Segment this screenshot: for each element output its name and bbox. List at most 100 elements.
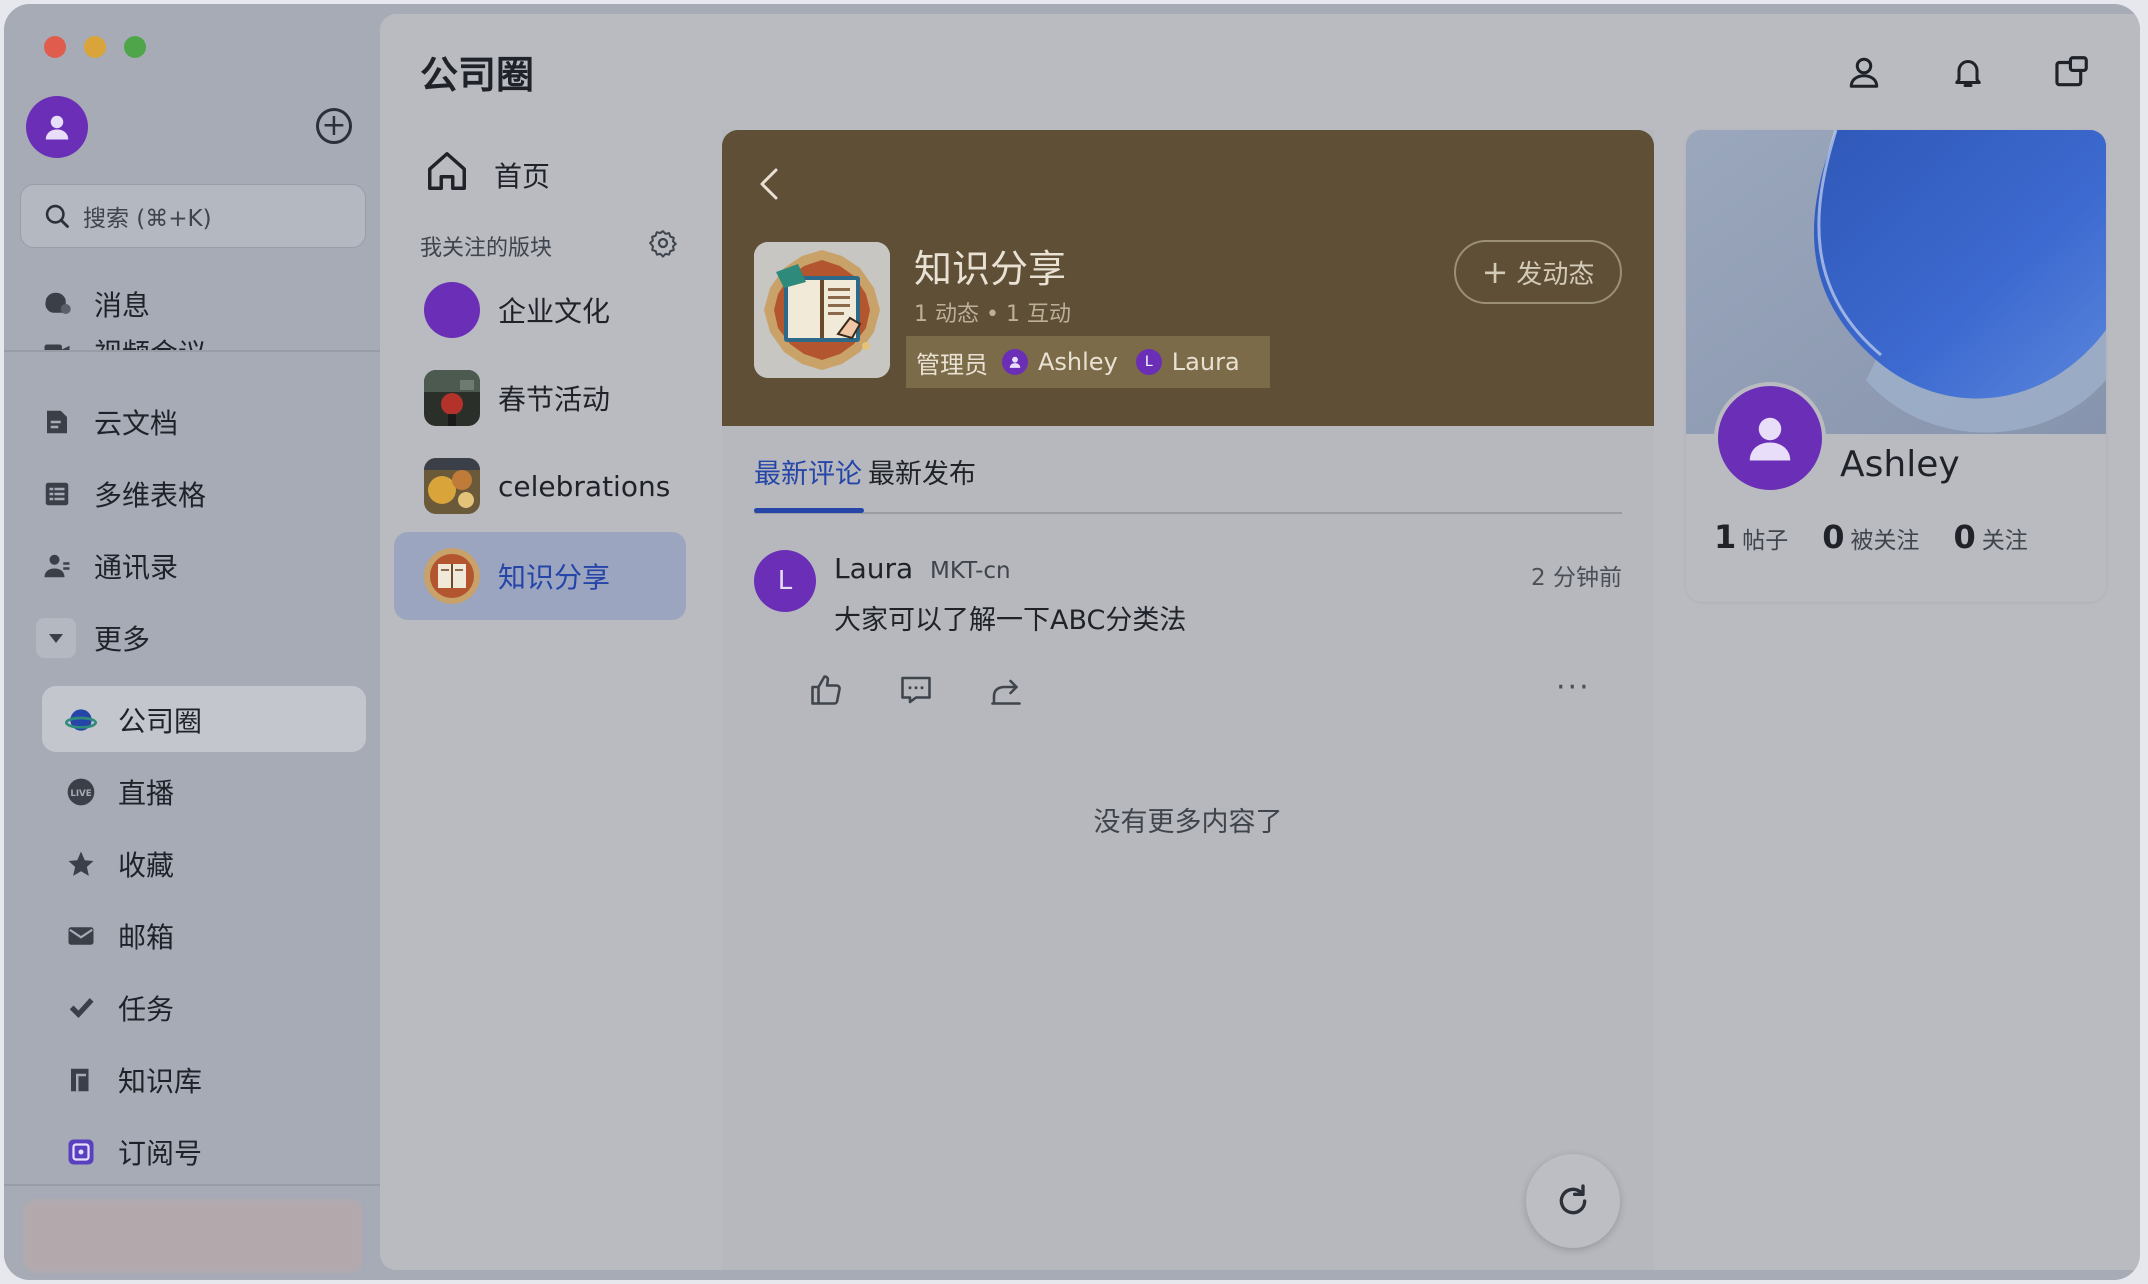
- sidebar-footer-banner[interactable]: [24, 1200, 362, 1272]
- sidebar-item-more[interactable]: 更多: [36, 612, 150, 664]
- comment-text: 大家可以了解一下ABC分类法: [834, 605, 1187, 636]
- stat-posts[interactable]: 1 帖子: [1714, 518, 1788, 556]
- page-title: 公司圈: [420, 53, 535, 97]
- minimize-window-button[interactable]: [84, 36, 106, 58]
- sidebar-divider: [4, 1184, 380, 1186]
- home-icon: [424, 148, 470, 201]
- group-name: 知识分享: [914, 247, 1067, 291]
- tab-latest-comments[interactable]: 最新评论: [754, 452, 862, 491]
- topic-item-spring-festival[interactable]: 春节活动: [424, 368, 610, 428]
- topic-item-culture[interactable]: 企业文化: [424, 280, 610, 340]
- no-more-content: 没有更多内容了: [1093, 807, 1283, 838]
- share-icon[interactable]: [986, 670, 1026, 710]
- plus-icon: +: [1481, 253, 1509, 291]
- sidebar-item-favorites[interactable]: 收藏: [64, 838, 174, 890]
- post-button[interactable]: + 发动态: [1454, 240, 1622, 304]
- group-logo: [754, 242, 890, 378]
- contacts-icon: [40, 549, 74, 583]
- sidebar-item-messages[interactable]: 消息: [40, 278, 150, 330]
- topic-thumbnail: [424, 370, 480, 426]
- search-box[interactable]: 搜索 (⌘+K): [20, 184, 366, 248]
- stat-value: 0: [1953, 518, 1976, 556]
- sidebar-item-subscriptions[interactable]: 订阅号: [64, 1126, 202, 1178]
- admin-name[interactable]: Laura: [1172, 348, 1240, 376]
- admin-avatar: L: [1135, 349, 1162, 375]
- comment-department: MKT-cn: [930, 558, 1011, 584]
- sidebar-item-label: 直播: [118, 777, 175, 810]
- profile-card: Ashley 1 帖子 0 被关注 0 关注: [1686, 130, 2106, 602]
- search-icon: [45, 204, 69, 228]
- sidebar-item-contacts[interactable]: 通讯录: [40, 540, 178, 592]
- admin-list: 管理员 Ashley L Laura: [906, 336, 1270, 388]
- group-stats: 1 动态 • 1 互动: [914, 302, 1071, 327]
- person-icon: [45, 115, 69, 140]
- stat-label: 关注: [1981, 528, 2028, 554]
- sidebar: + 搜索 (⌘+K) 消息 视频会议 云文档 多维表格 通讯录 更多 公司圈 L…: [4, 4, 380, 1280]
- stat-value: 1: [1714, 518, 1737, 556]
- user-avatar[interactable]: [26, 96, 88, 158]
- topic-thumbnail: [424, 548, 480, 604]
- zoom-window-button[interactable]: [124, 36, 146, 58]
- nav-home[interactable]: 首页: [424, 148, 550, 201]
- topic-label: 企业文化: [498, 295, 611, 328]
- stat-value: 0: [1822, 518, 1845, 556]
- sidebar-item-moments[interactable]: 公司圈: [64, 694, 202, 746]
- stat-following[interactable]: 0 关注: [1954, 518, 2028, 556]
- sidebar-item-tasks[interactable]: 任务: [64, 982, 174, 1034]
- comment-author[interactable]: Laura: [834, 552, 913, 585]
- close-window-button[interactable]: [44, 36, 66, 58]
- comment-icon[interactable]: [896, 670, 936, 710]
- sidebar-item-label: 多维表格: [94, 479, 207, 512]
- profile-icon[interactable]: [1842, 50, 1886, 94]
- stat-label: 被关注: [1850, 528, 1920, 554]
- comment-timestamp: 2 分钟前: [1531, 565, 1622, 591]
- topic-label: 春节活动: [498, 383, 611, 416]
- sidebar-item-live[interactable]: LIVE 直播: [64, 766, 174, 818]
- sidebar-item-label: 公司圈: [118, 705, 203, 738]
- live-badge-text: LIVE: [70, 789, 91, 799]
- sidebar-item-wiki[interactable]: 知识库: [64, 1054, 202, 1106]
- sidebar-item-label: 收藏: [118, 849, 175, 882]
- bell-icon[interactable]: [1946, 50, 1990, 94]
- admin-name[interactable]: Ashley: [1038, 348, 1118, 376]
- comment-avatar[interactable]: L: [754, 550, 816, 612]
- table-icon: [40, 477, 74, 511]
- followed-sections-label: 我关注的版块: [420, 236, 553, 261]
- sidebar-item-docs[interactable]: 云文档: [40, 396, 178, 448]
- profile-avatar[interactable]: [1714, 382, 1826, 494]
- refresh-icon: [1559, 1184, 1587, 1215]
- topic-item-knowledge[interactable]: 知识分享: [424, 546, 610, 606]
- new-window-icon[interactable]: [2050, 50, 2094, 94]
- stat-followers[interactable]: 0 被关注: [1822, 518, 1919, 556]
- group-feed: 知识分享 1 动态 • 1 互动 管理员 Ashley L Laura + 发动…: [722, 130, 1654, 1270]
- sidebar-item-mail[interactable]: 邮箱: [64, 910, 174, 962]
- nav-home-label: 首页: [494, 159, 551, 193]
- sidebar-item-label: 任务: [118, 993, 175, 1026]
- topic-label: celebrations: [498, 469, 671, 503]
- planet-icon: [64, 703, 98, 737]
- sidebar-item-label: 视频会议: [94, 337, 207, 370]
- topic-thumbnail: [424, 282, 480, 338]
- gear-icon[interactable]: [648, 228, 678, 262]
- tab-latest-posts[interactable]: 最新发布: [868, 452, 976, 491]
- thumbs-up-icon[interactable]: [806, 670, 846, 710]
- chat-icon: [40, 287, 74, 321]
- more-options-icon[interactable]: ···: [1556, 670, 1591, 705]
- tab-divider: [754, 512, 1622, 514]
- search-placeholder: 搜索 (⌘+K): [83, 206, 212, 232]
- check-icon: [64, 991, 98, 1025]
- sidebar-item-video[interactable]: 视频会议: [40, 326, 207, 370]
- sidebar-divider: [4, 350, 380, 352]
- topic-thumbnail: [424, 458, 480, 514]
- sidebar-item-label: 云文档: [94, 407, 179, 440]
- topic-item-celebrations[interactable]: celebrations: [424, 456, 670, 516]
- post-button-label: 发动态: [1516, 259, 1595, 290]
- refresh-button[interactable]: [1526, 1154, 1620, 1248]
- sidebar-item-bitable[interactable]: 多维表格: [40, 468, 206, 520]
- book-icon: [64, 1063, 98, 1097]
- sidebar-item-label: 订阅号: [118, 1137, 203, 1170]
- back-icon[interactable]: [756, 166, 786, 206]
- add-icon[interactable]: +: [316, 108, 352, 144]
- profile-stats: 1 帖子 0 被关注 0 关注: [1714, 518, 2062, 556]
- star-icon: [64, 847, 98, 881]
